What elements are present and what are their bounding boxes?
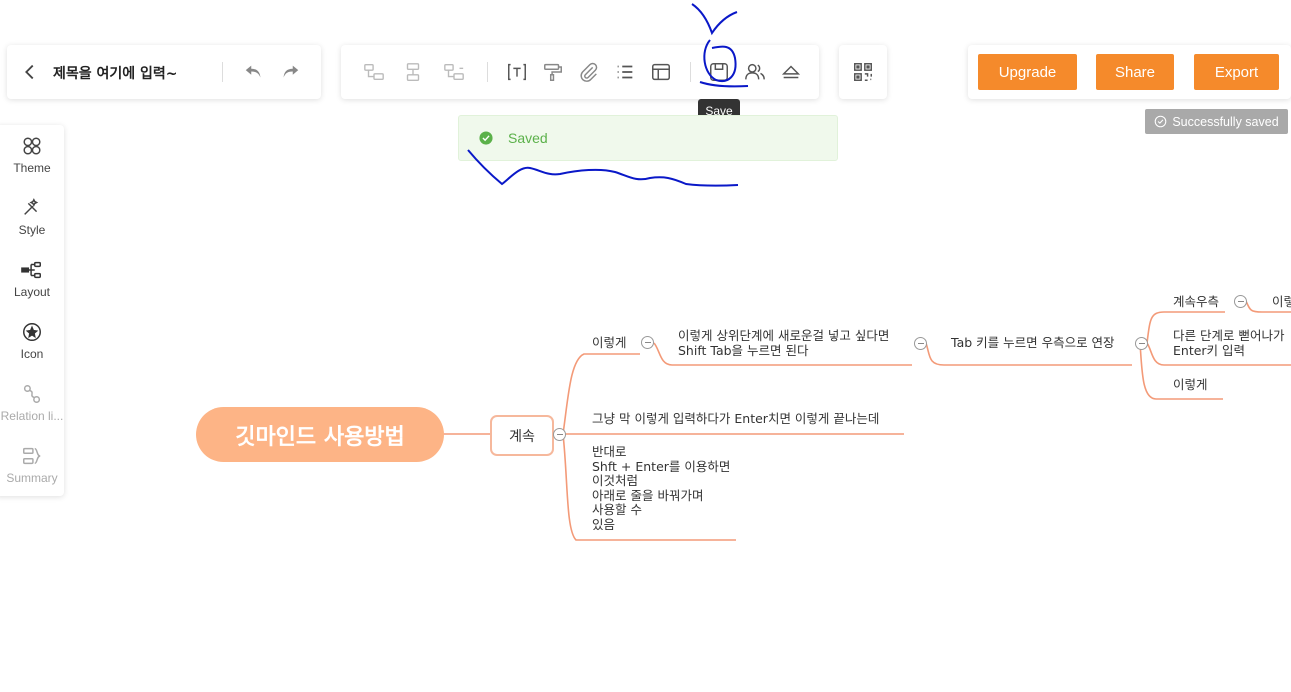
collapse-toggle[interactable] [1135,337,1148,350]
node-line: 있음 [592,516,616,532]
mindmap-node[interactable]: 이렇게 [1173,377,1208,392]
mindmap-node[interactable]: Tab 키를 누르면 우측으로 연장 [951,335,1115,350]
node-line: 이렇게 상위단계에 새로운걸 넣고 싶다면 [678,328,890,343]
mindmap-node[interactable]: 이렇 [1272,294,1291,309]
node-line: Shift Tab을 누르면 된다 [678,343,809,358]
mindmap-node-main[interactable]: 계속 [490,415,554,456]
node-line: 반대로 [592,444,627,459]
collapse-toggle[interactable] [553,428,566,441]
node-line: 이것처럼 [592,473,639,488]
collapse-toggle[interactable] [641,336,654,349]
main-node-text: 계속 [509,428,535,445]
mindmap-node[interactable]: 다른 단계로 뻗어나가 Enter키 입력 [1173,328,1284,358]
mindmap-node-multiline[interactable]: 반대로 Shft + Enter를 이용하면 이것처럼 아래로 줄을 바꿔가며 … [592,444,731,532]
node-line: 사용할 수 [592,502,642,517]
node-line: 다른 단계로 뻗어나가 [1173,328,1285,343]
mindmap-node[interactable]: 이렇게 상위단계에 새로운걸 넣고 싶다면 Shift Tab을 누르면 된다 [678,328,889,358]
root-node-text: 깃마인드 사용방법 [235,424,405,450]
collapse-toggle[interactable] [1234,295,1247,308]
node-line: 아래로 줄을 바꿔가며 [592,487,704,503]
mindmap-node[interactable]: 그냥 막 이렇게 입력하다가 Enter치면 이렇게 끝나는데 [592,411,879,426]
mindmap-node[interactable]: 이렇게 [592,335,627,350]
mindmap-node[interactable]: 계속우측 [1173,294,1219,309]
mindmap-root-node[interactable]: 깃마인드 사용방법 [196,407,444,462]
node-line: Enter키 입력 [1173,343,1246,358]
collapse-toggle[interactable] [914,337,927,350]
node-line: Shft + Enter를 이용하면 [592,458,731,474]
